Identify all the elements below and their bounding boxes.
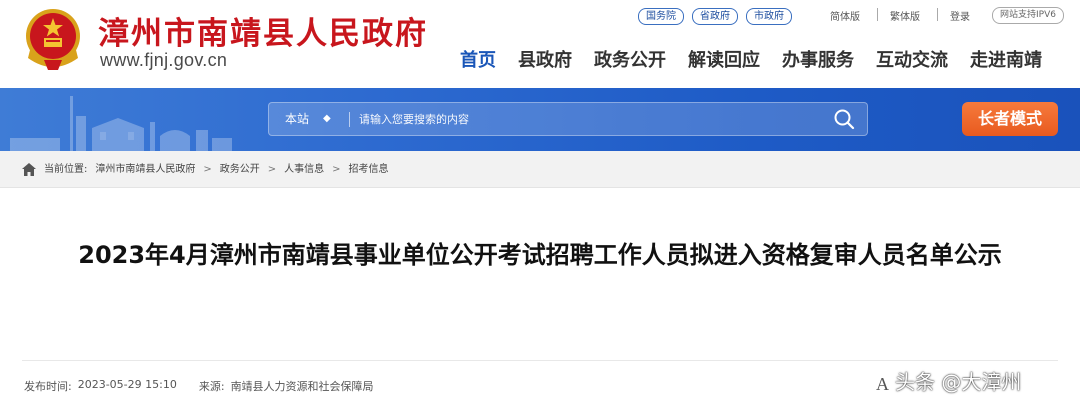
nav-gov-affairs[interactable]: 政务公开 xyxy=(594,46,666,72)
site-name[interactable]: 漳州市南靖县人民政府 xyxy=(98,8,428,53)
search-icon[interactable] xyxy=(833,108,855,130)
link-province-gov[interactable]: 省政府 xyxy=(692,7,738,25)
site-header: 漳州市南靖县人民政府 www.fjnj.gov.cn 国务院 省政府 市政府 简… xyxy=(0,0,1080,88)
nav-services[interactable]: 办事服务 xyxy=(782,46,854,72)
top-links: 国务院 省政府 市政府 xyxy=(638,7,800,25)
chevron-right-icon: > xyxy=(203,164,212,175)
divider xyxy=(349,112,350,127)
main-nav: 首页 县政府 政务公开 解读回应 办事服务 互动交流 走进南靖 xyxy=(460,46,1042,72)
login-link[interactable]: 登录 xyxy=(950,8,970,23)
breadcrumb-item-recruitment[interactable]: 招考信息 xyxy=(349,151,389,188)
search-scope-select[interactable]: 本站 xyxy=(285,103,309,135)
nav-interpretation[interactable]: 解读回应 xyxy=(688,46,760,72)
skyline-decoration xyxy=(10,96,232,151)
link-state-council[interactable]: 国务院 xyxy=(638,7,684,25)
chevron-right-icon: > xyxy=(332,164,341,175)
publish-time-label: 发布时间: xyxy=(24,380,72,393)
national-emblem-icon[interactable] xyxy=(22,6,84,72)
breadcrumb-label: 当前位置: xyxy=(44,164,88,175)
lang-traditional[interactable]: 繁体版 xyxy=(890,8,920,23)
chevron-down-icon[interactable]: ◆ xyxy=(323,103,331,135)
search-box: 本站 ◆ xyxy=(268,102,868,136)
watermark: 头条 @大漳州 xyxy=(895,370,1022,394)
breadcrumb-item-gov-affairs[interactable]: 政务公开 xyxy=(220,151,260,188)
search-banner: 本站 ◆ 长者模式 xyxy=(0,88,1080,151)
article-title: 2023年4月漳州市南靖县事业单位公开考试招聘工作人员拟进入资格复审人员名单公示 xyxy=(78,241,1002,269)
breadcrumb-item-personnel[interactable]: 人事信息 xyxy=(284,151,324,188)
publish-time: 2023-05-29 15:10 xyxy=(77,378,177,391)
search-input[interactable] xyxy=(359,103,819,135)
site-url[interactable]: www.fjnj.gov.cn xyxy=(100,50,227,71)
source-label: 来源: xyxy=(198,380,225,393)
nav-county-gov[interactable]: 县政府 xyxy=(518,46,572,72)
divider xyxy=(877,8,878,21)
elder-mode-button[interactable]: 长者模式 xyxy=(962,102,1058,136)
divider xyxy=(22,360,1058,361)
link-city-gov[interactable]: 市政府 xyxy=(746,7,792,25)
nav-home[interactable]: 首页 xyxy=(460,46,496,72)
chevron-right-icon: > xyxy=(267,164,277,175)
ipv6-badge: 网站支持IPV6 xyxy=(992,7,1064,24)
nav-about-nanjing[interactable]: 走进南靖 xyxy=(970,46,1042,72)
article-meta: 发布时间: 2023-05-29 15:10 来源: 南靖县人力资源和社会保障局 xyxy=(24,378,380,394)
breadcrumb: 当前位置: 漳州市南靖县人民政府 > 政务公开 > 人事信息 > 招考信息 xyxy=(0,151,1080,188)
lang-simplified[interactable]: 简体版 xyxy=(830,8,860,23)
divider xyxy=(937,8,938,21)
nav-interaction[interactable]: 互动交流 xyxy=(876,46,948,72)
font-size-control[interactable]: A xyxy=(876,374,889,395)
source-value: 南靖县人力资源和社会保障局 xyxy=(230,380,374,393)
breadcrumb-item-county-gov[interactable]: 漳州市南靖县人民政府 xyxy=(95,151,195,188)
home-icon[interactable] xyxy=(22,163,36,176)
breadcrumb-trail: 当前位置: 漳州市南靖县人民政府 > 政务公开 > 人事信息 > 招考信息 xyxy=(44,151,397,188)
